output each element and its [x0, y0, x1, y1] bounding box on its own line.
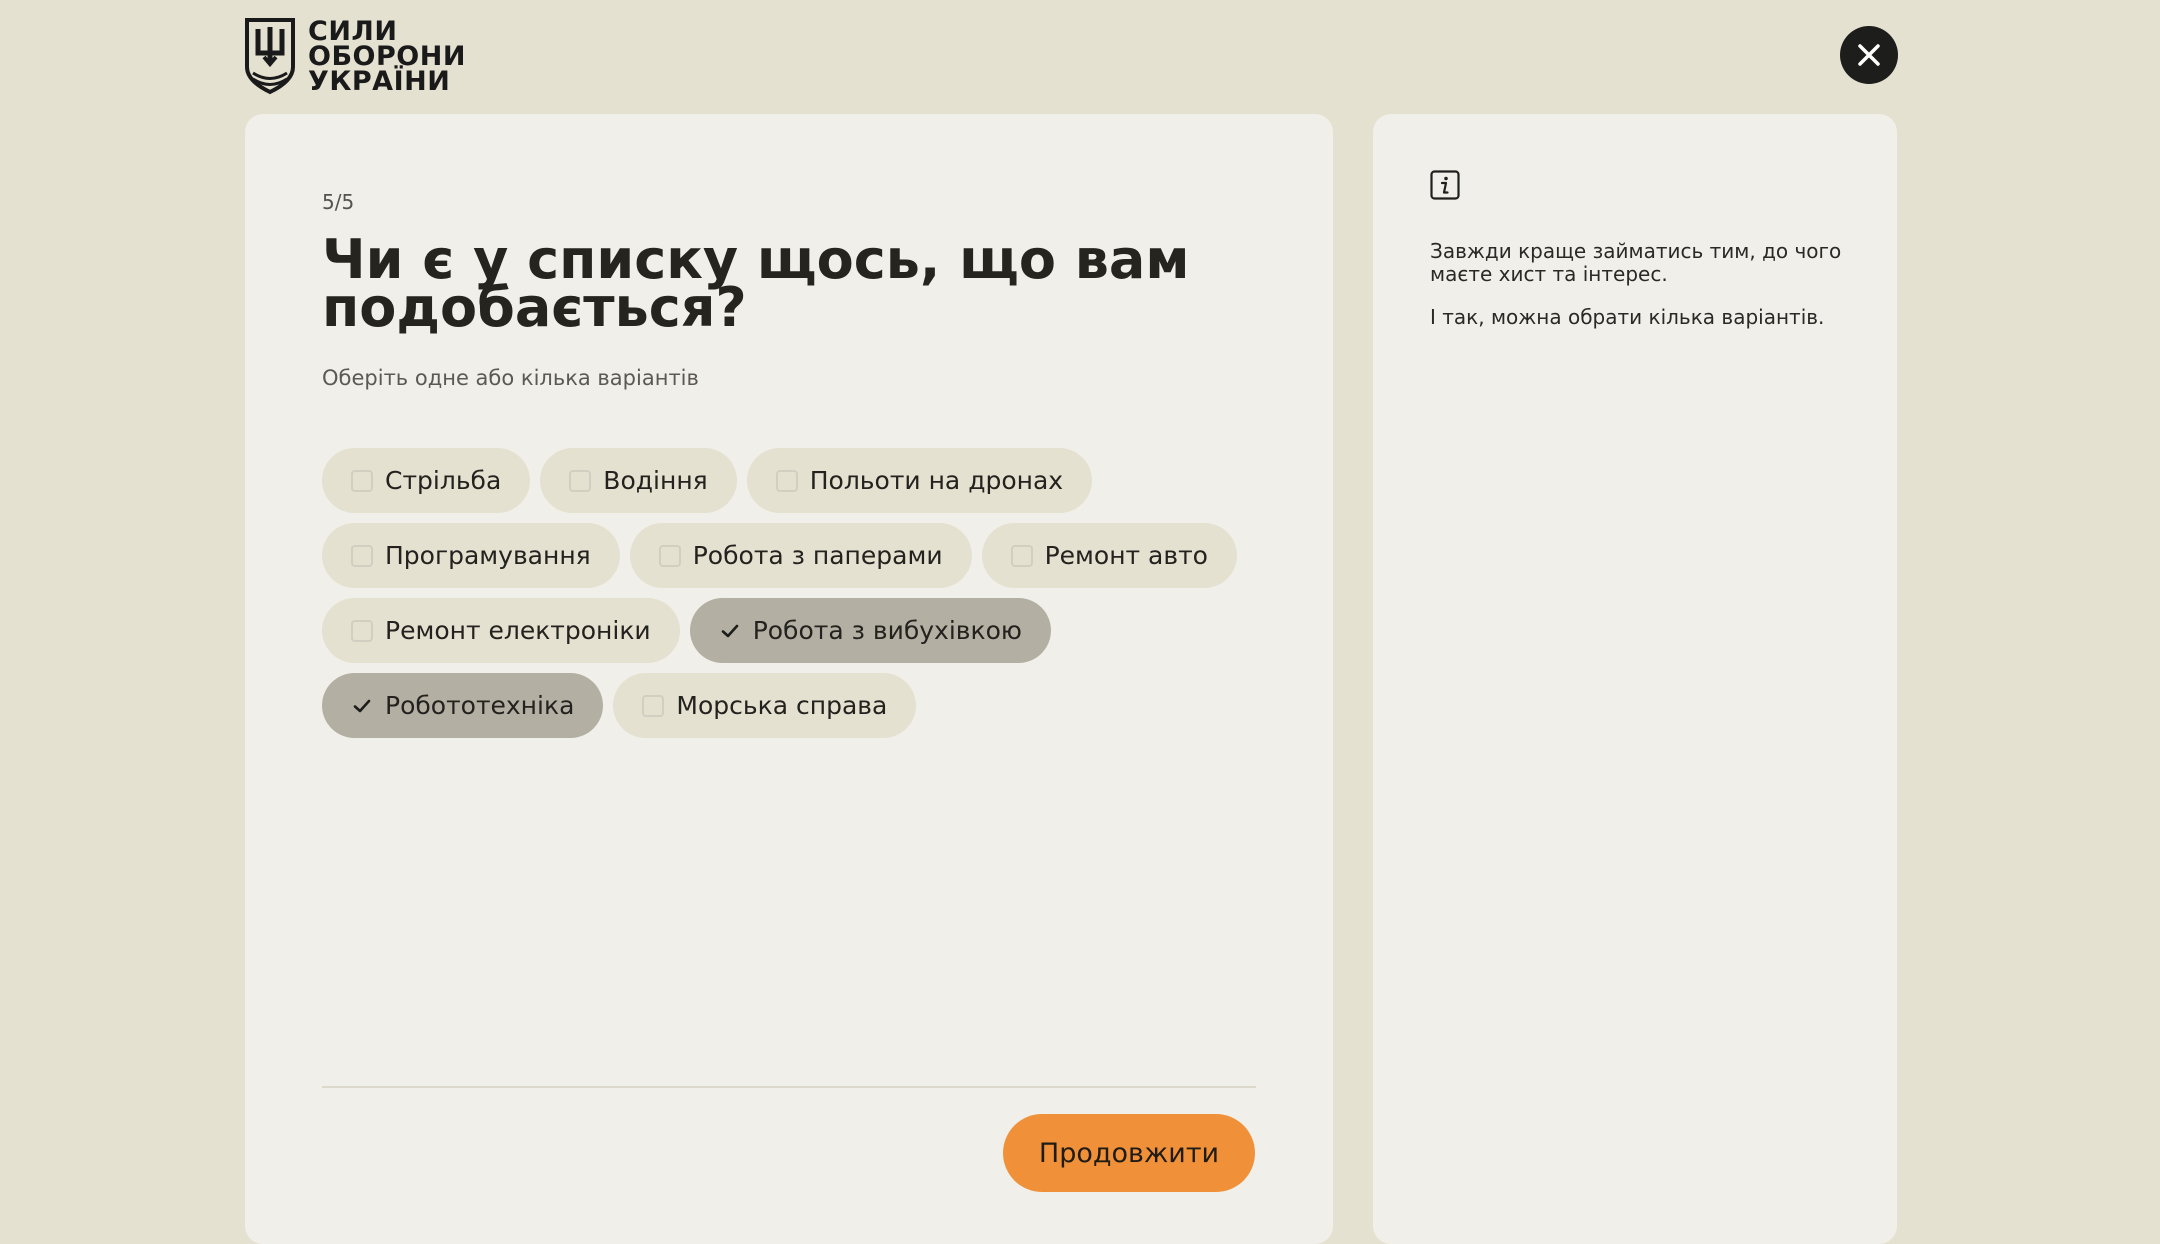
logo[interactable]: СИЛИ ОБОРОНИ УКРАЇНИ: [244, 16, 466, 96]
checkbox-icon: [775, 469, 798, 492]
checkbox-icon: [351, 469, 373, 492]
option-label: Стрільба: [385, 466, 502, 495]
option-chip[interactable]: Морська справа: [613, 673, 917, 738]
shield-trident-icon: [245, 18, 295, 95]
options-row: Стрільба Водіння Польоти на дронах: [322, 448, 1262, 513]
logo-text: СИЛИ ОБОРОНИ УКРАЇНИ: [308, 15, 466, 97]
checkbox-icon: [642, 694, 665, 717]
logo-line-1: СИЛИ: [308, 15, 398, 47]
option-label: Ремонт авто: [1044, 541, 1208, 570]
options-row: Програмування Робота з паперами Ремонт а…: [322, 523, 1262, 588]
option-chip[interactable]: Робототехніка: [322, 673, 604, 738]
checkbox-icon: [351, 619, 373, 642]
option-chip[interactable]: Робота з паперами: [629, 523, 972, 588]
close-icon: [1858, 44, 1880, 66]
info-paragraph: Завжди краще займатись тим, до чого маєт…: [1430, 239, 1842, 286]
info-paragraph: І так, можна обрати кілька варіантів.: [1430, 305, 1825, 329]
footer-divider: [322, 1086, 1256, 1088]
checkmark-icon: [719, 620, 741, 642]
checkbox-icon: [569, 469, 592, 492]
option-chip[interactable]: Польоти на дронах: [746, 448, 1093, 513]
checkbox-icon: [658, 544, 681, 567]
question-card: 5/5 Чи є у списку щось, що вам подобаєть…: [245, 114, 1333, 1244]
option-chip[interactable]: Програмування: [322, 523, 620, 588]
checkbox-icon: [1010, 544, 1033, 567]
continue-button[interactable]: Продовжити: [1003, 1114, 1255, 1192]
options-row: Робототехніка Морська справа: [322, 673, 1262, 738]
options-row: Ремонт електроніки Робота з вибухівкою: [322, 598, 1262, 663]
info-card: Завжди краще займатись тим, до чого маєт…: [1373, 114, 1897, 1244]
info-text: Завжди краще займатись тим, до чого маєт…: [1430, 240, 1850, 349]
option-label: Програмування: [385, 541, 591, 570]
question-hint: Оберіть одне або кілька варіантів: [322, 366, 699, 390]
option-label: Ремонт електроніки: [385, 616, 651, 645]
option-label: Робота з вибухівкою: [752, 616, 1022, 645]
option-label: Водіння: [603, 466, 708, 495]
close-button[interactable]: [1840, 26, 1898, 84]
option-chip[interactable]: Стрільба: [322, 448, 531, 513]
option-label: Робота з паперами: [692, 541, 943, 570]
option-chip[interactable]: Ремонт електроніки: [322, 598, 680, 663]
logo-line-2: ОБОРОНИ: [308, 40, 466, 72]
options-group: Стрільба Водіння Польоти на дронах Прогр…: [322, 448, 1262, 748]
logo-line-3: УКРАЇНИ: [308, 65, 451, 97]
checkmark-icon: [351, 695, 373, 717]
option-chip[interactable]: Водіння: [540, 448, 737, 513]
step-counter: 5/5: [322, 190, 355, 214]
option-label: Морська справа: [676, 691, 888, 720]
option-label: Робототехніка: [385, 691, 575, 720]
checkbox-icon: [351, 544, 373, 567]
option-label: Польоти на дронах: [809, 466, 1064, 495]
option-chip[interactable]: Робота з вибухівкою: [689, 598, 1051, 663]
question-title: Чи є у списку щось, що вам подобається?: [322, 228, 1190, 339]
option-chip[interactable]: Ремонт авто: [981, 523, 1237, 588]
info-icon: [1430, 170, 1460, 200]
